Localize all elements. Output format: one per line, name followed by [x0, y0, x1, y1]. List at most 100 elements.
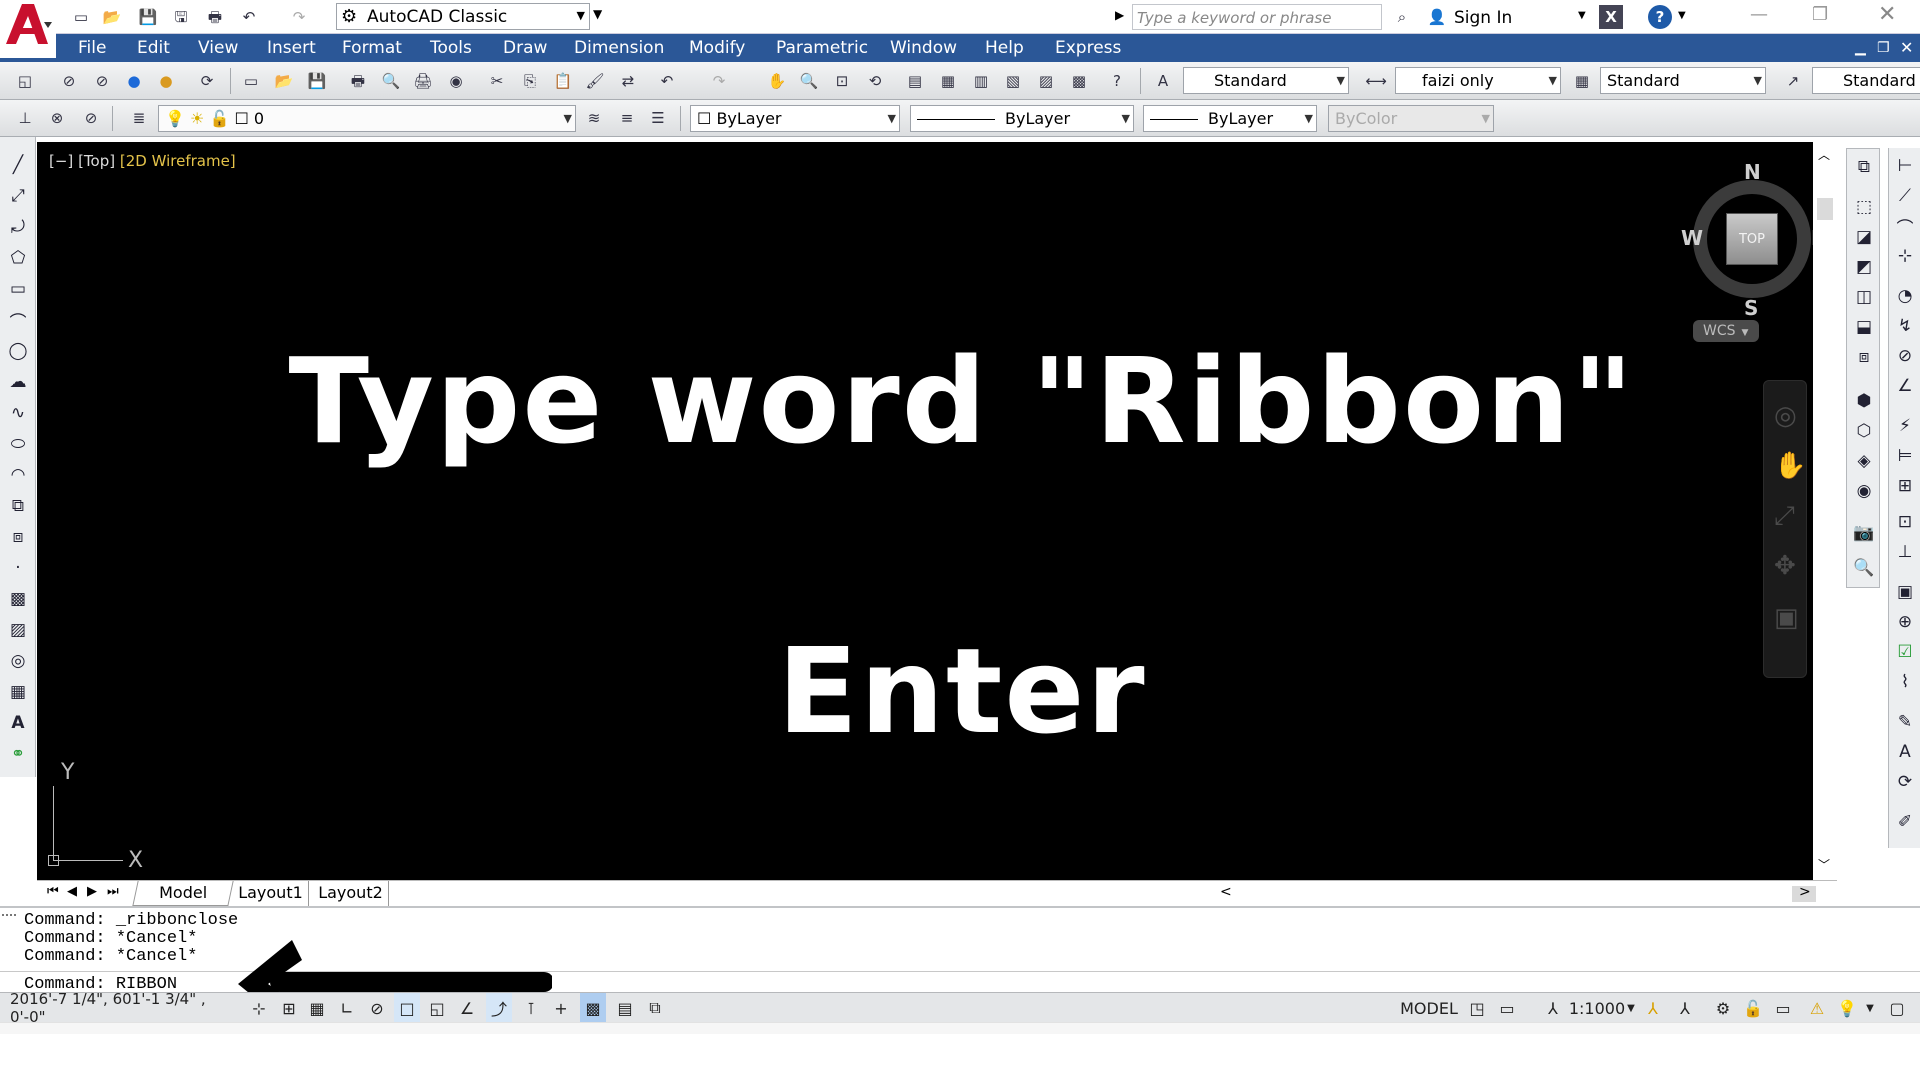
- menu-dimension[interactable]: Dimension: [574, 34, 664, 62]
- print-icon[interactable]: 🖶: [204, 6, 226, 28]
- customize-qat-icon[interactable]: ▼: [593, 7, 602, 21]
- object-snap-icon[interactable]: □: [394, 993, 420, 1023]
- diameter-icon[interactable]: ⊘: [1891, 342, 1919, 370]
- horizontal-scrollbar[interactable]: < >: [1212, 881, 1837, 907]
- workspace-icon[interactable]: ◱: [14, 70, 36, 92]
- linetype-dropdown[interactable]: ByLayer ▼: [910, 105, 1134, 132]
- exchange-apps-icon[interactable]: X: [1599, 5, 1623, 29]
- inspection-icon[interactable]: ☑: [1891, 638, 1919, 666]
- menu-file[interactable]: File: [78, 34, 106, 62]
- copy-icon[interactable]: ⎘: [519, 70, 541, 92]
- infer-constraints-icon[interactable]: ⊹: [246, 993, 272, 1023]
- menu-view[interactable]: View: [198, 34, 238, 62]
- scale-chevron-icon[interactable]: ▼: [1624, 993, 1638, 1023]
- save-icon[interactable]: 💾: [137, 6, 159, 28]
- pan-icon[interactable]: ✋: [766, 70, 788, 92]
- sign-in-link[interactable]: Sign In: [1454, 8, 1512, 28]
- transparency-icon[interactable]: ▩: [580, 993, 606, 1023]
- object-snap-tracking-icon[interactable]: ∠: [454, 993, 480, 1023]
- next-tab-icon[interactable]: ▶: [87, 884, 97, 899]
- linear-dim-icon[interactable]: ⊢: [1891, 152, 1919, 180]
- 3d-object-snap-icon[interactable]: ◱: [424, 993, 450, 1023]
- menu-tools[interactable]: Tools: [430, 34, 472, 62]
- workspace-switching-icon[interactable]: ⚙: [1710, 993, 1736, 1023]
- multileader-style-icon[interactable]: ↗: [1782, 70, 1804, 92]
- publish-icon[interactable]: 🖨: [412, 70, 434, 92]
- viewcube-top-face[interactable]: TOP: [1726, 213, 1778, 265]
- jogged-icon[interactable]: ↯: [1891, 312, 1919, 340]
- sphere-icon[interactable]: ◫: [1850, 283, 1878, 311]
- zoom-window-icon[interactable]: ⊡: [831, 70, 853, 92]
- calculator-icon[interactable]: ▩: [1068, 70, 1090, 92]
- menu-format[interactable]: Format: [342, 34, 402, 62]
- polyline-icon[interactable]: ⤾: [4, 213, 32, 241]
- compass-south[interactable]: S: [1744, 296, 1758, 320]
- dim-style-dropdown[interactable]: faizi only ▼: [1395, 67, 1561, 94]
- status-menu-chevron-icon[interactable]: ▼: [1862, 993, 1878, 1023]
- hatch-icon[interactable]: ▩: [4, 585, 32, 613]
- polar-tracking-icon[interactable]: ⊘: [364, 993, 390, 1023]
- realistic-icon[interactable]: ●: [123, 70, 145, 92]
- dynamic-ucs-icon[interactable]: ⤴: [486, 993, 512, 1023]
- visual-styles-icon[interactable]: ⟳: [196, 70, 218, 92]
- workspace-dropdown[interactable]: ⚙ AutoCAD Classic ▼: [336, 3, 590, 30]
- show-motion-icon[interactable]: ▣: [1774, 603, 1799, 633]
- table-style-icon[interactable]: ▦: [1571, 70, 1593, 92]
- close-icon[interactable]: ✕: [1878, 2, 1896, 27]
- binoculars-icon[interactable]: ⌕: [1391, 6, 1413, 28]
- ordinate-icon[interactable]: ⊹: [1891, 242, 1919, 270]
- qsave-icon[interactable]: 💾: [306, 70, 328, 92]
- lineweight-dropdown[interactable]: ByLayer ▼: [1143, 105, 1317, 132]
- redo-icon[interactable]: ↷: [288, 6, 310, 28]
- search-input[interactable]: Type a keyword or phrase: [1137, 9, 1331, 27]
- arc-icon[interactable]: ⌒: [4, 306, 32, 334]
- undo-toolbar-icon[interactable]: ↶: [656, 70, 678, 92]
- help-icon[interactable]: ?: [1648, 5, 1672, 29]
- region-icon[interactable]: ◎: [4, 647, 32, 675]
- help-chevron-icon[interactable]: ▼: [1678, 10, 1686, 21]
- autocad-application-button[interactable]: [0, 0, 56, 58]
- center-mark-icon[interactable]: ⊕: [1891, 608, 1919, 636]
- ellipse-arc-icon[interactable]: ◠: [4, 461, 32, 489]
- doc-minimize-icon[interactable]: ▁: [1855, 34, 1866, 62]
- tab-layout2[interactable]: Layout2: [313, 881, 389, 906]
- tool-palettes-icon[interactable]: ▥: [970, 70, 992, 92]
- menu-express[interactable]: Express: [1055, 34, 1121, 62]
- viewport-controls[interactable]: [−] [Top] [2D Wireframe]: [49, 152, 236, 170]
- quick-properties-icon[interactable]: ▤: [612, 993, 638, 1023]
- ellipse-icon[interactable]: ⬭: [4, 430, 32, 458]
- zoom-realtime-icon[interactable]: 🔍: [798, 70, 820, 92]
- hardware-acceleration-icon[interactable]: ▭: [1770, 993, 1796, 1023]
- polygon-icon[interactable]: ⬠: [4, 244, 32, 272]
- dim-style-icon[interactable]: ⟷: [1365, 70, 1387, 92]
- tolerance-icon[interactable]: ▣: [1891, 578, 1919, 606]
- expand-search-icon[interactable]: ▶: [1115, 8, 1124, 22]
- multiline-text-icon[interactable]: A: [4, 709, 32, 737]
- baseline-icon[interactable]: ⊨: [1891, 442, 1919, 470]
- auto-scale-icon[interactable]: ⅄: [1672, 993, 1698, 1023]
- make-current-icon[interactable]: ≋: [583, 107, 605, 129]
- lineweight-icon[interactable]: +: [548, 993, 574, 1023]
- redo-toolbar-icon[interactable]: ↷: [708, 70, 730, 92]
- scroll-down-icon[interactable]: ﹀: [1818, 856, 1830, 873]
- quick-view-drawings-icon[interactable]: ▭: [1494, 993, 1520, 1023]
- dim-edit-icon[interactable]: ✎: [1891, 708, 1919, 736]
- menu-modify[interactable]: Modify: [689, 34, 745, 62]
- save-as-icon[interactable]: 🖫: [170, 6, 192, 28]
- construction-line-icon[interactable]: ⤢: [4, 182, 32, 210]
- selection-cycling-icon[interactable]: ⧉: [642, 993, 668, 1023]
- doc-restore-icon[interactable]: ❐: [1877, 34, 1890, 62]
- radius-icon[interactable]: ◔: [1891, 282, 1919, 310]
- angular-icon[interactable]: ∠: [1891, 372, 1919, 400]
- command-grip[interactable]: [2, 914, 16, 920]
- render-icon[interactable]: 🔍: [1850, 554, 1878, 582]
- menu-window[interactable]: Window: [890, 34, 957, 62]
- insert-block-icon[interactable]: ⧉: [4, 492, 32, 520]
- drawing-canvas[interactable]: [−] [Top] [2D Wireframe] Type word "Ribb…: [37, 142, 1825, 880]
- model-space-toggle[interactable]: MODEL: [1398, 993, 1460, 1023]
- annotation-scale-icon[interactable]: ⅄: [1540, 993, 1566, 1023]
- wedge-icon[interactable]: ◪: [1850, 223, 1878, 251]
- 3d-print-icon[interactable]: ◉: [445, 70, 467, 92]
- gradient-icon[interactable]: ▨: [4, 616, 32, 644]
- layer-previous-icon[interactable]: ≡: [616, 107, 638, 129]
